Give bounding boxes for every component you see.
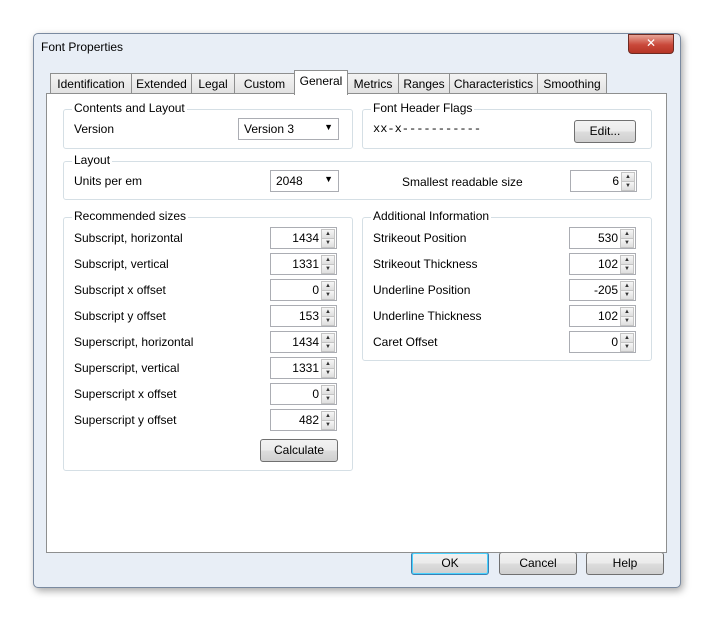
spinner-value: 102	[597, 257, 618, 271]
subscript-x-offset-spinner[interactable]: 0 ▲ ▼	[270, 279, 337, 301]
caret-offset-spinner[interactable]: 0 ▲ ▼	[569, 331, 636, 353]
subscript-vertical-spinner[interactable]: 1331 ▲ ▼	[270, 253, 337, 275]
group-label: Recommended sizes	[72, 209, 189, 223]
spin-down-icon[interactable]: ▼	[621, 181, 635, 191]
smallest-size-label: Smallest readable size	[402, 175, 523, 189]
spinner-value: 0	[312, 387, 319, 401]
spin-down-icon[interactable]: ▼	[321, 368, 335, 378]
superscript-horizontal-label: Superscript, horizontal	[74, 335, 194, 349]
superscript-horizontal-spinner[interactable]: 1434 ▲ ▼	[270, 331, 337, 353]
spin-down-icon[interactable]: ▼	[620, 238, 634, 248]
spinner-value: 530	[597, 231, 618, 245]
tab-general[interactable]: General	[294, 70, 348, 95]
tab-ranges[interactable]: Ranges	[398, 73, 450, 94]
window-title: Font Properties	[41, 40, 124, 54]
underline-position-label: Underline Position	[373, 283, 471, 297]
spinner-value: 0	[611, 335, 618, 349]
close-button[interactable]: ✕	[628, 34, 674, 54]
spinner-value: 102	[597, 309, 618, 323]
spinner-value: 1434	[292, 335, 319, 349]
strikeout-position-label: Strikeout Position	[373, 231, 467, 245]
smallest-size-spinner[interactable]: 6 ▲ ▼	[570, 170, 637, 192]
spin-down-icon[interactable]: ▼	[321, 394, 335, 404]
group-label: Font Header Flags	[371, 101, 475, 115]
superscript-x-offset-spinner[interactable]: 0 ▲ ▼	[270, 383, 337, 405]
help-button[interactable]: Help	[586, 552, 664, 575]
superscript-vertical-label: Superscript, vertical	[74, 361, 180, 375]
underline-thickness-label: Underline Thickness	[373, 309, 482, 323]
flags-value: xx-x-----------	[373, 122, 482, 136]
subscript-horizontal-label: Subscript, horizontal	[74, 231, 183, 245]
superscript-vertical-spinner[interactable]: 1331 ▲ ▼	[270, 357, 337, 379]
spin-down-icon[interactable]: ▼	[620, 290, 634, 300]
caret-offset-label: Caret Offset	[373, 335, 438, 349]
chevron-down-icon: ▼	[324, 174, 333, 184]
spinner-value: 482	[298, 413, 319, 427]
superscript-y-offset-spinner[interactable]: 482 ▲ ▼	[270, 409, 337, 431]
subscript-horizontal-spinner[interactable]: 1434 ▲ ▼	[270, 227, 337, 249]
underline-position-spinner[interactable]: -205 ▲ ▼	[569, 279, 636, 301]
spin-down-icon[interactable]: ▼	[620, 342, 634, 352]
chevron-down-icon: ▼	[324, 122, 333, 132]
font-properties-window: Font Properties ✕ Identification Extende…	[33, 33, 681, 588]
spin-down-icon[interactable]: ▼	[321, 420, 335, 430]
subscript-x-offset-label: Subscript x offset	[74, 283, 166, 297]
superscript-y-offset-label: Superscript y offset	[74, 413, 177, 427]
subscript-vertical-label: Subscript, vertical	[74, 257, 169, 271]
units-per-em-label: Units per em	[74, 174, 143, 188]
spinner-value: 1331	[292, 257, 319, 271]
spin-down-icon[interactable]: ▼	[321, 290, 335, 300]
tab-extended[interactable]: Extended	[131, 73, 192, 94]
header-flags-group: Font Header Flags xx-x----------- Edit..…	[362, 101, 652, 149]
subscript-y-offset-label: Subscript y offset	[74, 309, 166, 323]
spinner-value: -205	[593, 283, 618, 297]
spin-down-icon[interactable]: ▼	[321, 342, 335, 352]
calculate-button[interactable]: Calculate	[260, 439, 338, 462]
strikeout-thickness-spinner[interactable]: 102 ▲ ▼	[569, 253, 636, 275]
superscript-x-offset-label: Superscript x offset	[74, 387, 177, 401]
tab-legal[interactable]: Legal	[191, 73, 235, 94]
general-tab-panel: Contents and Layout Version Version 3 ▼ …	[46, 93, 667, 553]
ok-button[interactable]: OK	[411, 552, 489, 575]
tab-metrics[interactable]: Metrics	[347, 73, 399, 94]
spinner-value: 1434	[292, 231, 319, 245]
underline-thickness-spinner[interactable]: 102 ▲ ▼	[569, 305, 636, 327]
spin-down-icon[interactable]: ▼	[321, 238, 335, 248]
spinner-value: 0	[312, 283, 319, 297]
layout-group: Layout Units per em 2048 ▼ Smallest read…	[63, 153, 652, 200]
spin-down-icon[interactable]: ▼	[321, 264, 335, 274]
cancel-button[interactable]: Cancel	[499, 552, 577, 575]
tab-identification[interactable]: Identification	[50, 73, 132, 94]
title-bar[interactable]: Font Properties ✕	[34, 34, 680, 62]
contents-layout-group: Contents and Layout Version Version 3 ▼	[63, 101, 353, 149]
version-value: Version 3	[244, 122, 295, 136]
spin-down-icon[interactable]: ▼	[321, 316, 335, 326]
strikeout-position-spinner[interactable]: 530 ▲ ▼	[569, 227, 636, 249]
subscript-y-offset-spinner[interactable]: 153 ▲ ▼	[270, 305, 337, 327]
units-per-em-combo[interactable]: 2048 ▼	[270, 170, 339, 192]
spinner-value: 1331	[292, 361, 319, 375]
spinner-value: 153	[298, 309, 319, 323]
group-label: Layout	[72, 153, 113, 167]
spin-down-icon[interactable]: ▼	[620, 316, 634, 326]
group-label: Additional Information	[371, 209, 492, 223]
version-label: Version	[74, 122, 115, 136]
group-label: Contents and Layout	[72, 101, 187, 115]
strikeout-thickness-label: Strikeout Thickness	[373, 257, 478, 271]
smallest-size-value: 6	[612, 174, 619, 188]
units-per-em-value: 2048	[276, 174, 303, 188]
tab-custom[interactable]: Custom	[234, 73, 295, 94]
version-combo[interactable]: Version 3 ▼	[238, 118, 339, 140]
tab-characteristics[interactable]: Characteristics	[449, 73, 538, 94]
spin-down-icon[interactable]: ▼	[620, 264, 634, 274]
recommended-sizes-group: Recommended sizes Subscript, horizontal …	[63, 209, 353, 471]
edit-button[interactable]: Edit...	[574, 120, 636, 143]
additional-info-group: Additional Information Strikeout Positio…	[362, 209, 652, 361]
tab-smoothing[interactable]: Smoothing	[537, 73, 607, 94]
